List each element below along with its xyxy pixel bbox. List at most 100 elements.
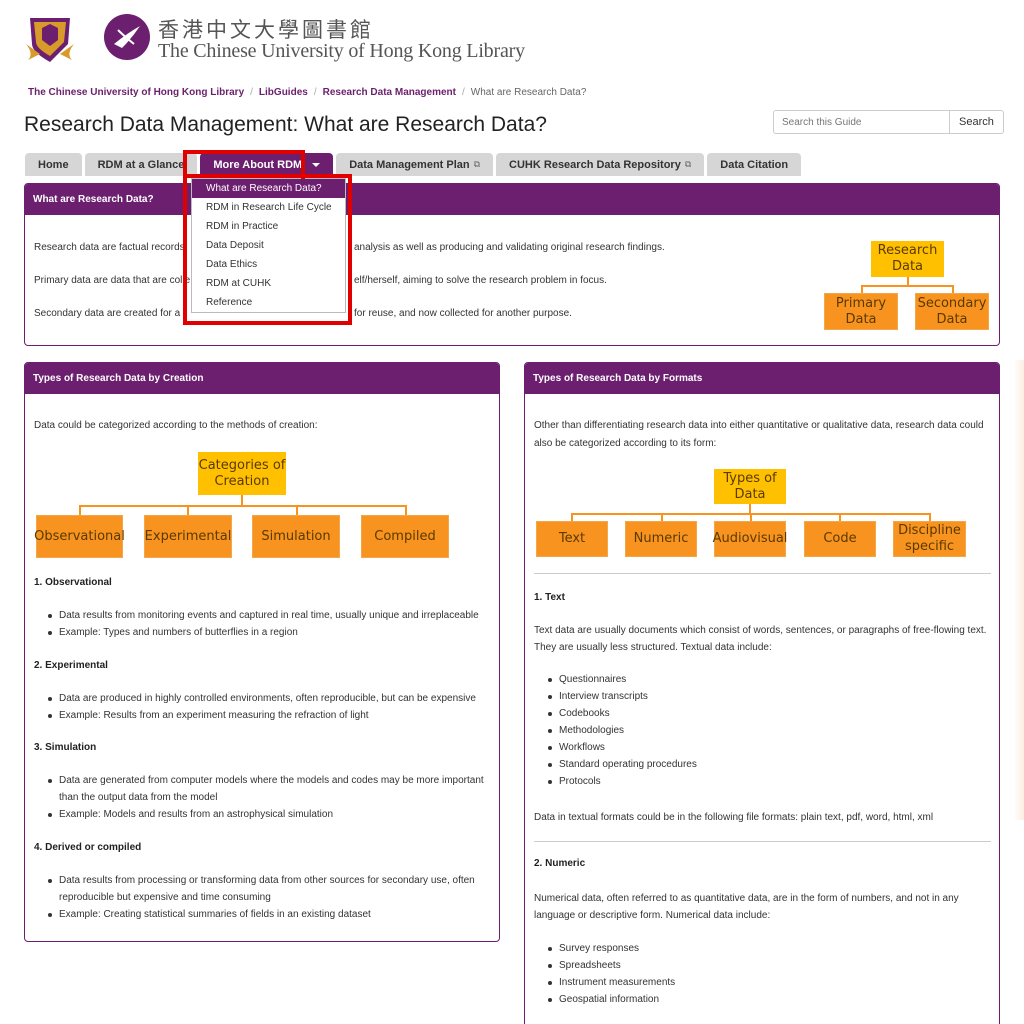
breadcrumb-link-libguides[interactable]: LibGuides <box>259 87 308 98</box>
list-observational: Data results from monitoring events and … <box>34 607 479 641</box>
highlight-annotation-menu <box>183 174 352 325</box>
breadcrumb: The Chinese University of Hong Kong Libr… <box>28 87 587 98</box>
tab-data-citation[interactable]: Data Citation <box>707 153 802 176</box>
list-item: Workflows <box>534 739 697 756</box>
diagram-node-experimental: Experimental <box>144 515 232 558</box>
section-heading-observational: 1. Observational <box>34 577 112 588</box>
diagram-connector <box>661 513 663 521</box>
list-item: Survey responses <box>534 940 675 957</box>
library-logo-circle[interactable] <box>104 14 150 60</box>
text-file-formats: Data in textual formats could be in the … <box>534 812 934 823</box>
creation-intro: Data could be categorized according to t… <box>34 420 318 431</box>
list-item: Example: Models and results from an astr… <box>34 806 484 823</box>
para-research-data-a: Research data are factual records <box>34 242 185 253</box>
section-heading-simulation: 3. Simulation <box>34 742 97 753</box>
diagram-connector <box>241 495 243 505</box>
cuhk-shield-logo[interactable] <box>24 14 76 62</box>
diagram-node-compiled: Compiled <box>361 515 449 558</box>
diagram-node-numeric: Numeric <box>625 521 697 557</box>
diagram-connector <box>952 285 954 293</box>
diagram-node-text: Text <box>536 521 608 557</box>
list-item: Data are generated from computer models … <box>34 772 484 789</box>
list-item-continuation: than the output data from the model <box>59 792 218 803</box>
box-what-are-research-data: What are Research Data? Research data ar… <box>24 183 1000 346</box>
guide-search: Search <box>773 110 1004 134</box>
breadcrumb-link-rdm[interactable]: Research Data Management <box>323 87 456 98</box>
divider <box>534 573 991 574</box>
diagram-root-research-data: Research Data <box>871 241 944 277</box>
list-derived: Data results from processing or transfor… <box>34 872 475 923</box>
para-secondary-data-b: for reuse, and now collected for another… <box>354 308 572 319</box>
tab-rdm-at-a-glance[interactable]: RDM at a Glance <box>84 153 198 176</box>
tab-data-management-plan[interactable]: Data Management Plan ⧉ <box>336 153 494 176</box>
section-heading-text: 1. Text <box>534 592 565 603</box>
box-title: What are Research Data? <box>25 184 999 215</box>
list-item: Example: Results from an experiment meas… <box>34 707 476 724</box>
diagram-connector <box>187 505 189 515</box>
section-heading-numeric: 2. Numeric <box>534 858 586 869</box>
list-item: Interview transcripts <box>534 688 697 705</box>
list-text-data: Questionnaires Interview transcripts Cod… <box>534 671 697 790</box>
diagram-connector <box>79 505 407 507</box>
diagram-connector <box>79 505 81 515</box>
formats-intro-line2: also be categorized according to its for… <box>534 438 717 449</box>
breadcrumb-link-library[interactable]: The Chinese University of Hong Kong Libr… <box>28 87 244 98</box>
list-item: Codebooks <box>534 705 697 722</box>
section-heading-experimental: 2. Experimental <box>34 660 108 671</box>
search-input[interactable] <box>773 110 950 134</box>
para-primary-data-a: Primary data are data that are colle <box>34 275 191 286</box>
diagram-node-simulation: Simulation <box>252 515 340 558</box>
list-simulation: Data are generated from computer models … <box>34 772 484 823</box>
section-heading-derived: 4. Derived or compiled <box>34 842 142 853</box>
search-button[interactable]: Search <box>950 110 1004 134</box>
diagram-connector <box>929 513 931 521</box>
numeric-desc-line2: language or descriptive form. Numerical … <box>534 910 771 921</box>
list-item: Geospatial information <box>534 991 675 1008</box>
para-research-data-b: analysis as well as producing and valida… <box>354 242 665 253</box>
diagram-connector <box>907 277 909 285</box>
box-types-by-creation: Types of Research Data by Creation Data … <box>24 362 500 942</box>
box-title: Types of Research Data by Formats <box>525 363 999 394</box>
diagram-connector <box>405 505 407 515</box>
list-item: Data results from monitoring events and … <box>34 607 479 624</box>
box-types-by-formats: Types of Research Data by Formats Other … <box>524 362 1000 1024</box>
library-name-english[interactable]: The Chinese University of Hong Kong Libr… <box>158 40 525 63</box>
list-item: Questionnaires <box>534 671 697 688</box>
diagram-root-categories-of-creation: Categories of Creation <box>198 452 286 495</box>
list-experimental: Data are produced in highly controlled e… <box>34 690 476 724</box>
diagram-connector <box>861 285 954 287</box>
text-desc-line2: They are usually less structured. Textua… <box>534 642 772 653</box>
guide-tabs: Home RDM at a Glance More About RDM Data… <box>25 153 804 176</box>
list-item: Example: Types and numbers of butterflie… <box>34 624 479 641</box>
tab-cuhk-research-data-repository[interactable]: CUHK Research Data Repository ⧉ <box>496 153 705 176</box>
list-item: Methodologies <box>534 722 697 739</box>
diagram-connector <box>571 513 573 521</box>
tab-home[interactable]: Home <box>25 153 82 176</box>
list-item-continuation: reproducible but expensive and time cons… <box>59 892 271 903</box>
diagram-node-audiovisual: Audiovisual <box>713 521 787 557</box>
library-header: 香港中文大學圖書館 The Chinese University of Hong… <box>24 12 525 64</box>
diagram-node-observational: Observational <box>34 515 125 558</box>
diagram-node-primary-data: Primary Data <box>824 293 898 330</box>
diagram-connector <box>839 513 841 521</box>
diagram-connector <box>749 504 751 513</box>
library-logo-icon <box>114 26 140 48</box>
list-item: Example: Creating statistical summaries … <box>34 906 475 923</box>
text-desc-line1: Text data are usually documents which co… <box>534 625 987 636</box>
list-item: Spreadsheets <box>534 957 675 974</box>
page-title: Research Data Management: What are Resea… <box>24 113 547 136</box>
list-item: Standard operating procedures <box>534 756 697 773</box>
diagram-node-code: Code <box>804 521 876 557</box>
list-numeric-data: Survey responses Spreadsheets Instrument… <box>534 940 675 1008</box>
diagram-connector <box>750 513 752 521</box>
external-link-icon: ⧉ <box>473 159 481 169</box>
list-item: Instrument measurements <box>534 974 675 991</box>
list-item: Data are produced in highly controlled e… <box>34 690 476 707</box>
diagram-node-secondary-data: Secondary Data <box>915 293 989 330</box>
divider <box>534 841 991 842</box>
numeric-desc-line1: Numerical data, often referred to as qua… <box>534 893 959 904</box>
page-edge-shade <box>1014 360 1024 820</box>
box-title: Types of Research Data by Creation <box>25 363 499 394</box>
list-item: Protocols <box>534 773 697 790</box>
para-primary-data-b: elf/herself, aiming to solve the researc… <box>354 275 607 286</box>
